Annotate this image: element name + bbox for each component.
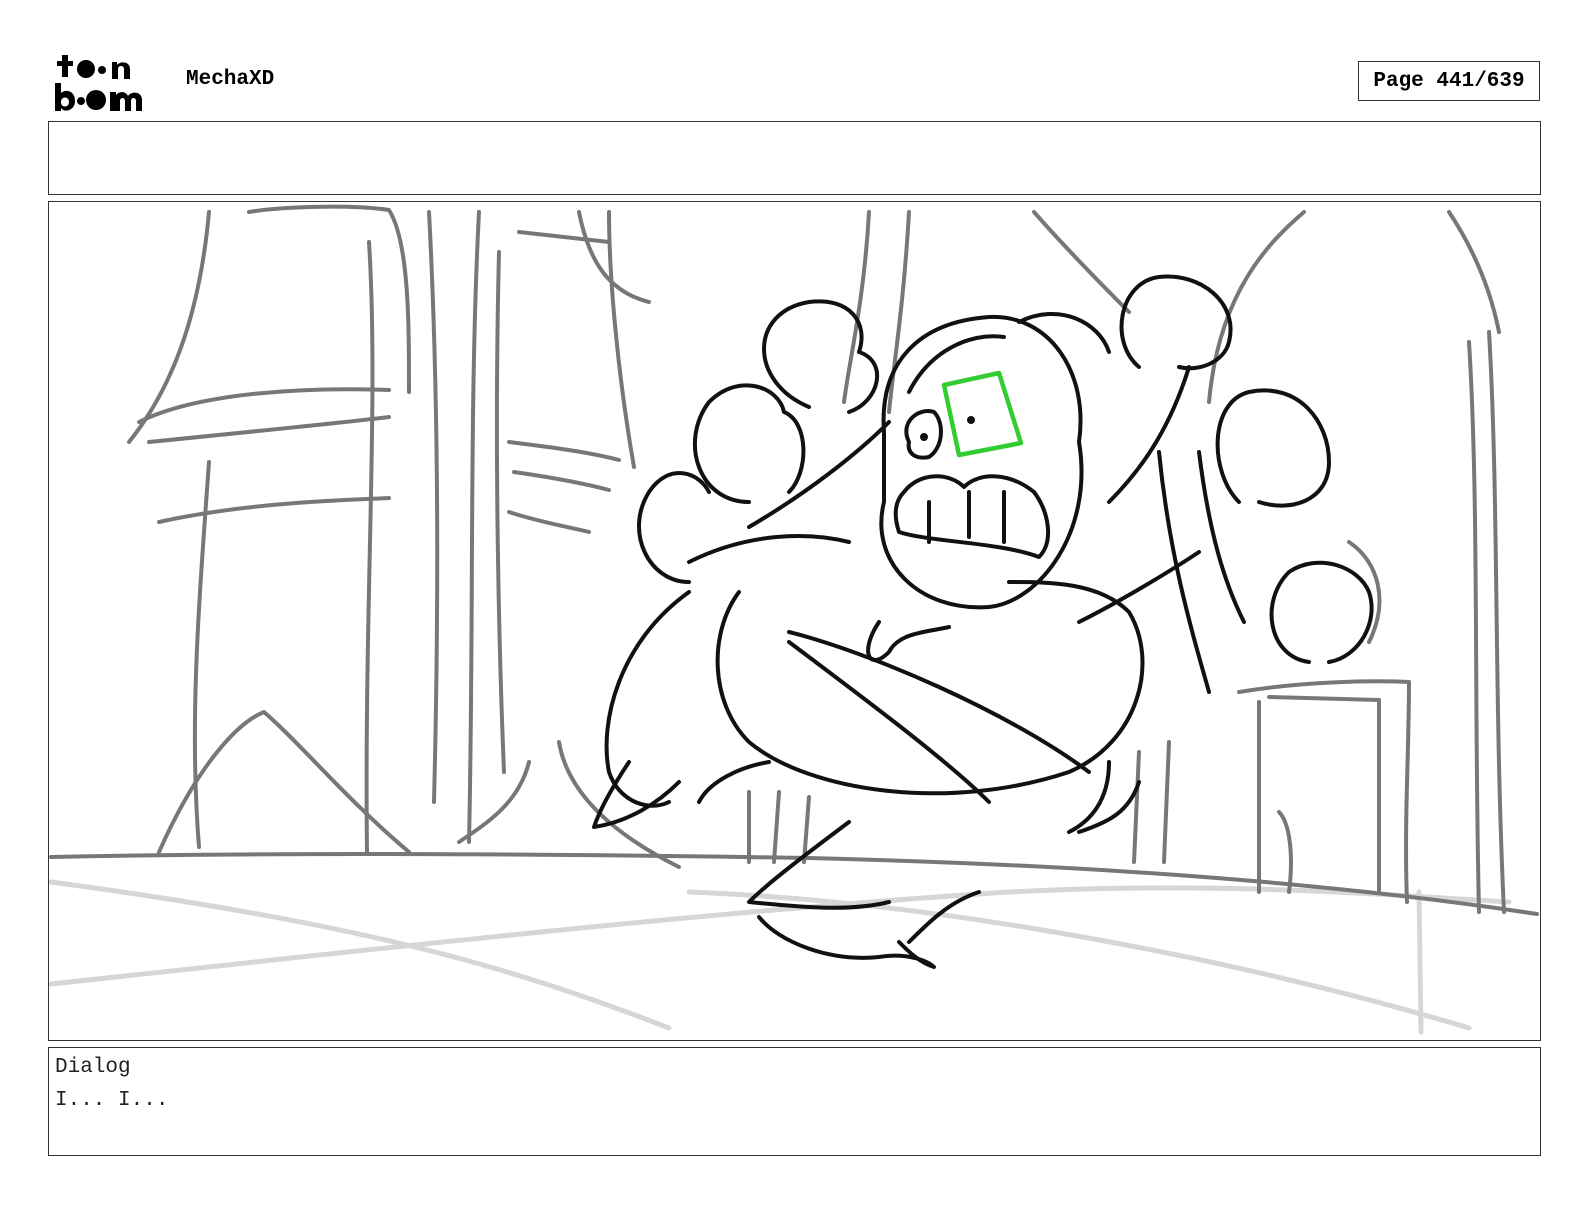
toon-boom-logo	[52, 52, 164, 112]
storyboard-panel	[48, 201, 1541, 1041]
dialog-box: Dialog I... I...	[48, 1047, 1541, 1156]
project-title: MechaXD	[186, 68, 275, 91]
eye-highlight	[941, 370, 1024, 458]
storyboard-sketch	[49, 204, 1539, 1035]
toon-boom-logo-mark	[55, 55, 142, 111]
action-notes-box	[48, 121, 1541, 195]
page-indicator: Page 441/639	[1358, 61, 1540, 101]
background-architecture	[49, 204, 1539, 916]
dialog-label: Dialog	[55, 1056, 131, 1079]
dialog-text: I... I...	[55, 1089, 169, 1112]
